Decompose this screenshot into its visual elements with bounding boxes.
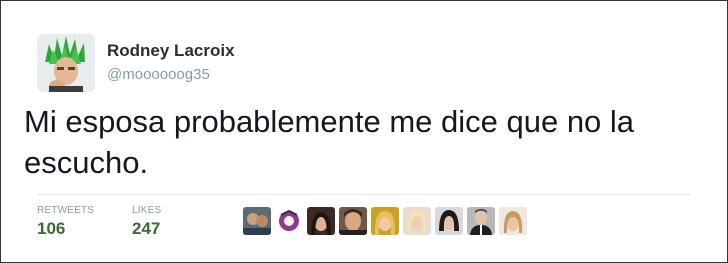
likers-avatars [243, 207, 527, 235]
liker-avatar[interactable] [243, 207, 271, 235]
liker-avatar[interactable] [307, 207, 335, 235]
profile-avatar[interactable] [37, 34, 95, 92]
liker-avatar[interactable] [403, 207, 431, 235]
avatar-photo-1-icon [243, 207, 271, 235]
avatar-photo-7-icon [435, 207, 463, 235]
liker-avatar[interactable] [339, 207, 367, 235]
liker-avatar[interactable] [371, 207, 399, 235]
avatar-photo-8-icon [467, 207, 495, 235]
tweet-text: Mi esposa probablemente me dice que no l… [24, 104, 635, 180]
avatar-image-icon [37, 34, 95, 92]
likes-count: 247 [132, 219, 161, 238]
likes-label: LIKES [132, 205, 162, 216]
avatar-photo-6-icon [403, 207, 431, 235]
liker-avatar[interactable] [275, 207, 303, 235]
tweet-card: Rodney Lacroix @moooooog35 Mi esposa pro… [0, 0, 728, 263]
liker-avatar[interactable] [467, 207, 495, 235]
retweets-stat[interactable]: RETWEETS 106 [37, 205, 94, 239]
author-handle[interactable]: @moooooog35 [107, 66, 210, 83]
author-display-name[interactable]: Rodney Lacroix [107, 41, 235, 61]
retweets-label: RETWEETS [37, 205, 95, 216]
liker-avatar[interactable] [435, 207, 463, 235]
avatar-photo-4-icon [339, 207, 367, 235]
liker-avatar[interactable] [499, 207, 527, 235]
avatar-photo-2-icon [275, 207, 303, 235]
stats-divider [37, 194, 691, 195]
avatar-photo-3-icon [307, 207, 335, 235]
avatar-photo-9-icon [499, 207, 527, 235]
likes-stat[interactable]: LIKES 247 [132, 205, 161, 239]
retweets-count: 106 [37, 219, 66, 238]
avatar-photo-5-icon [371, 207, 399, 235]
